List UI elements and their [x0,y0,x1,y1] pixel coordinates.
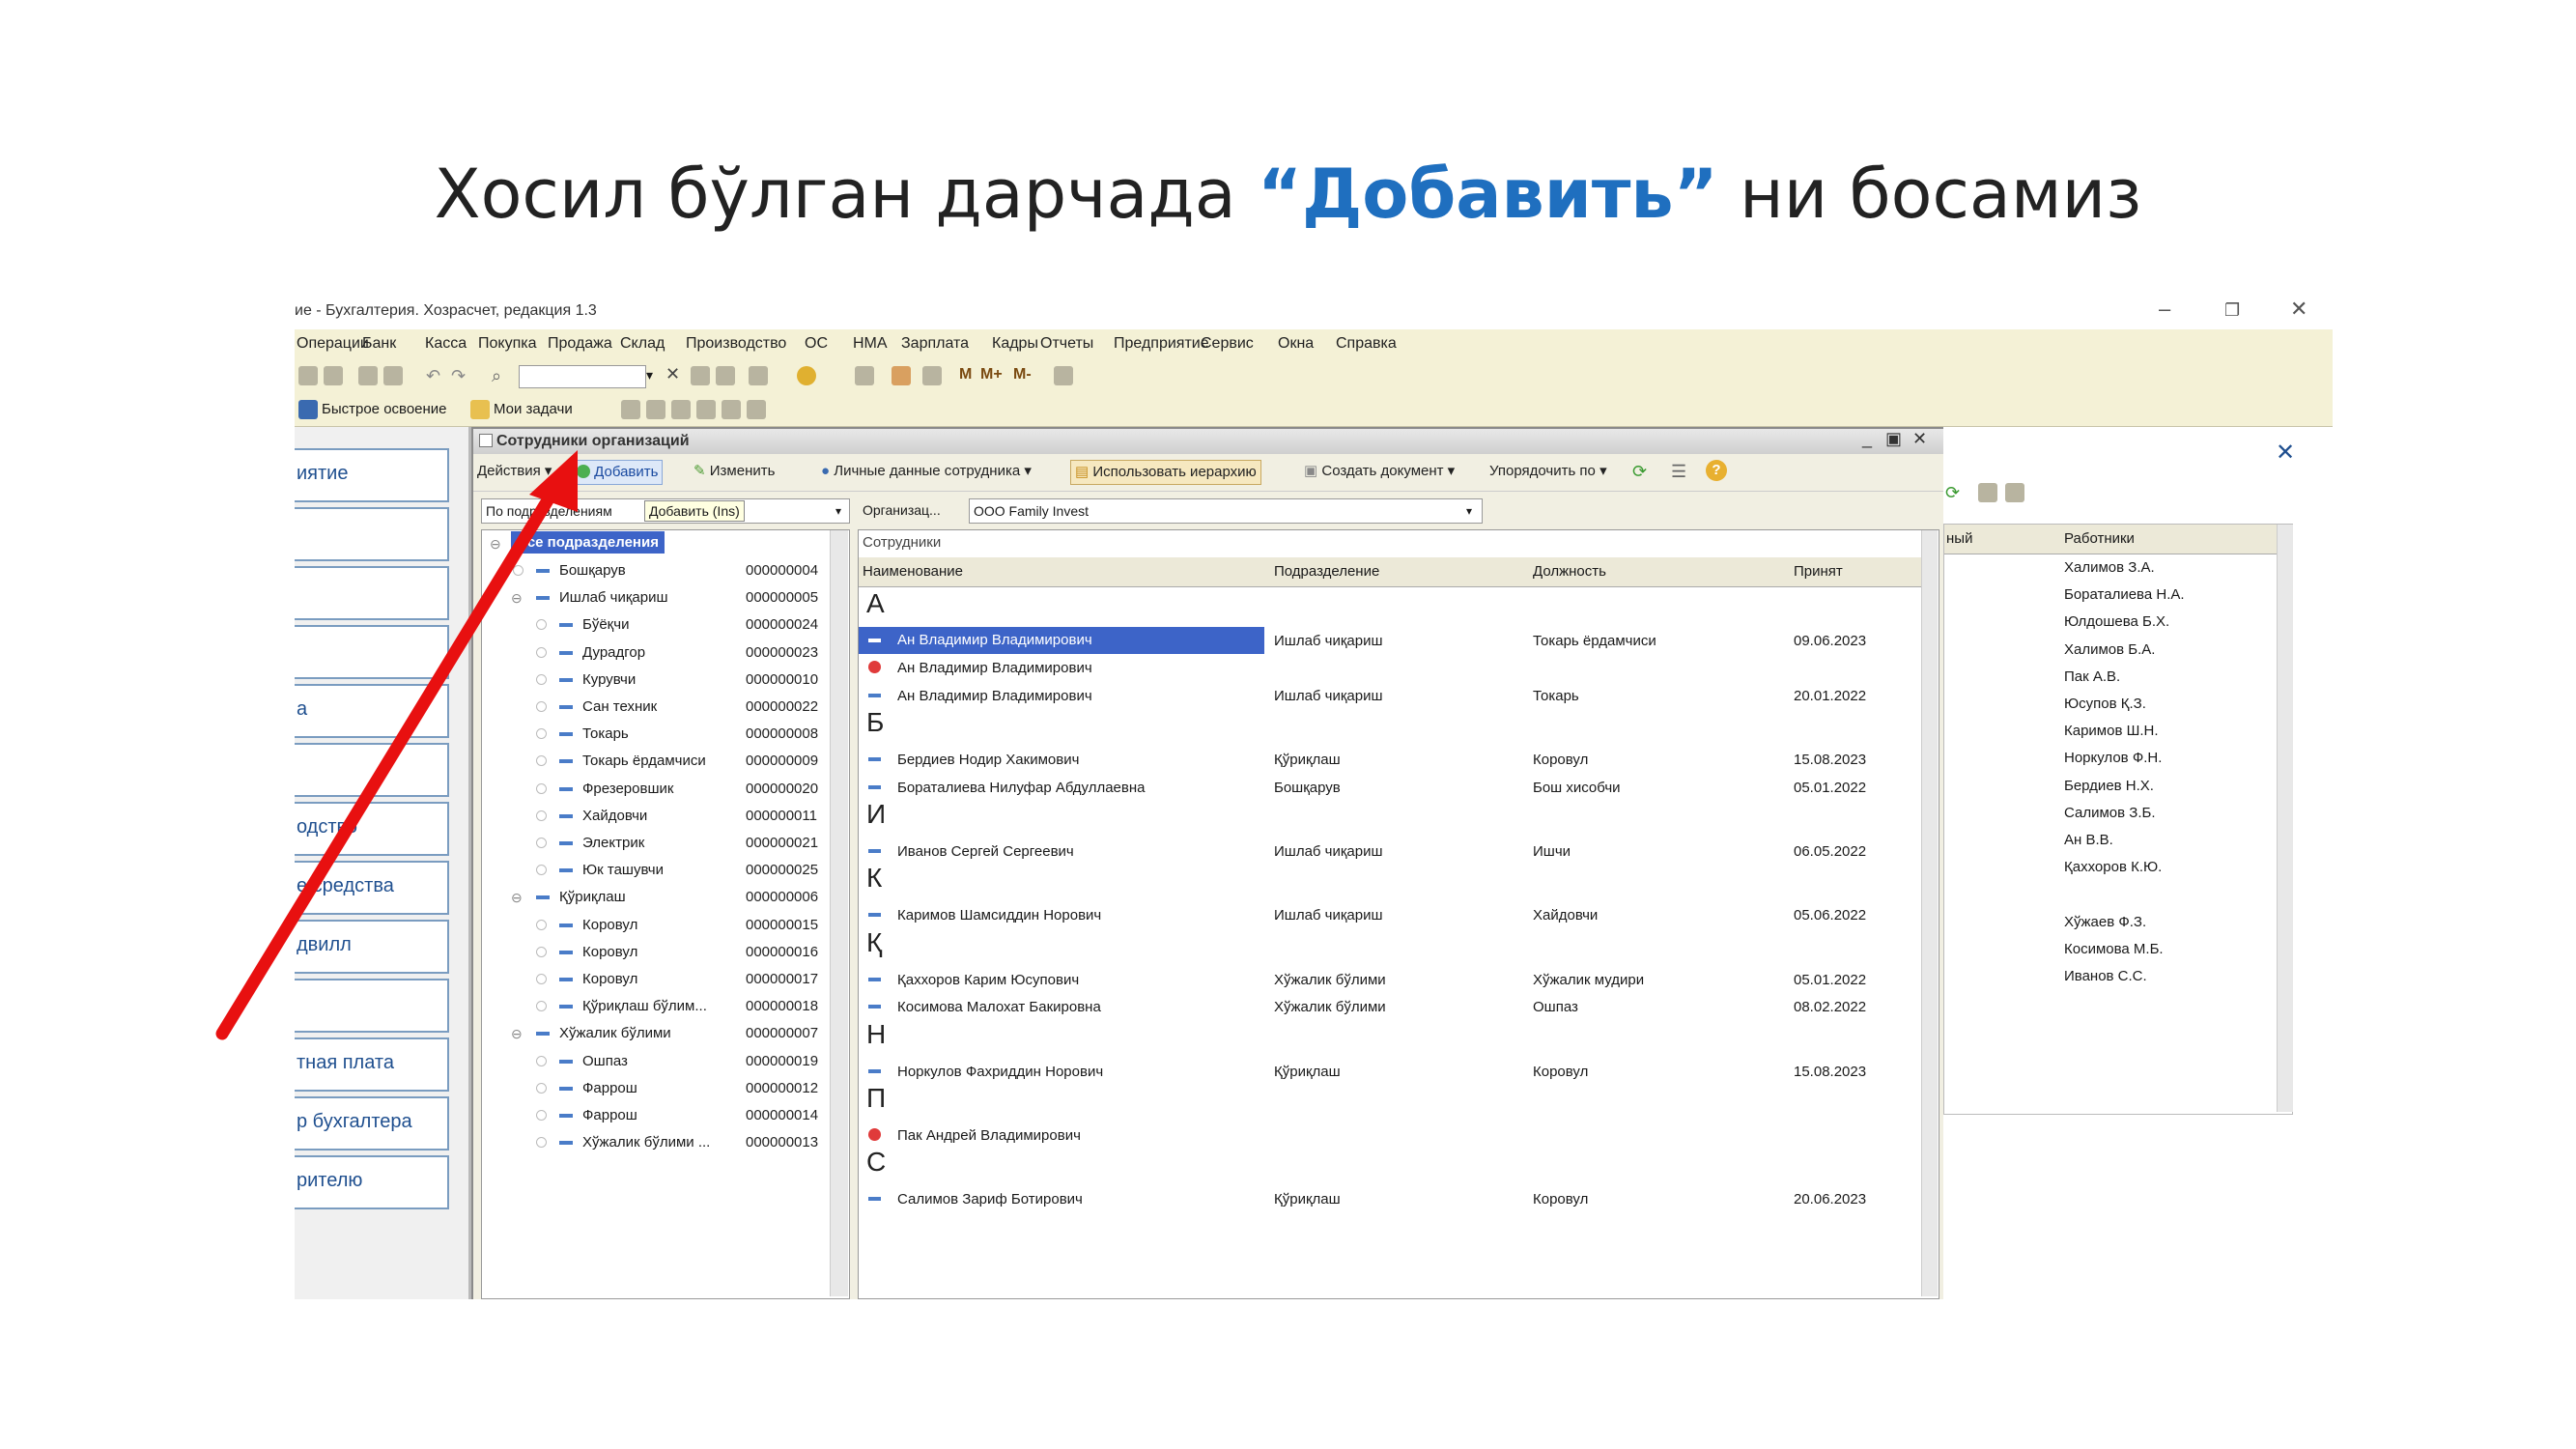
employee-icon [868,1197,881,1202]
employee-icon [868,913,881,918]
employee-icon [868,849,881,853]
arrow-shaft [215,476,565,1040]
employee-icon [868,977,881,981]
employee-icon [868,757,881,762]
employee-icon [868,693,881,697]
employee-icon [868,784,881,789]
employee-icon [868,1005,881,1009]
employee-icon [868,1068,881,1073]
employee-icon [868,639,881,642]
arrow-head [529,450,578,512]
annotation-arrow [215,450,578,1040]
